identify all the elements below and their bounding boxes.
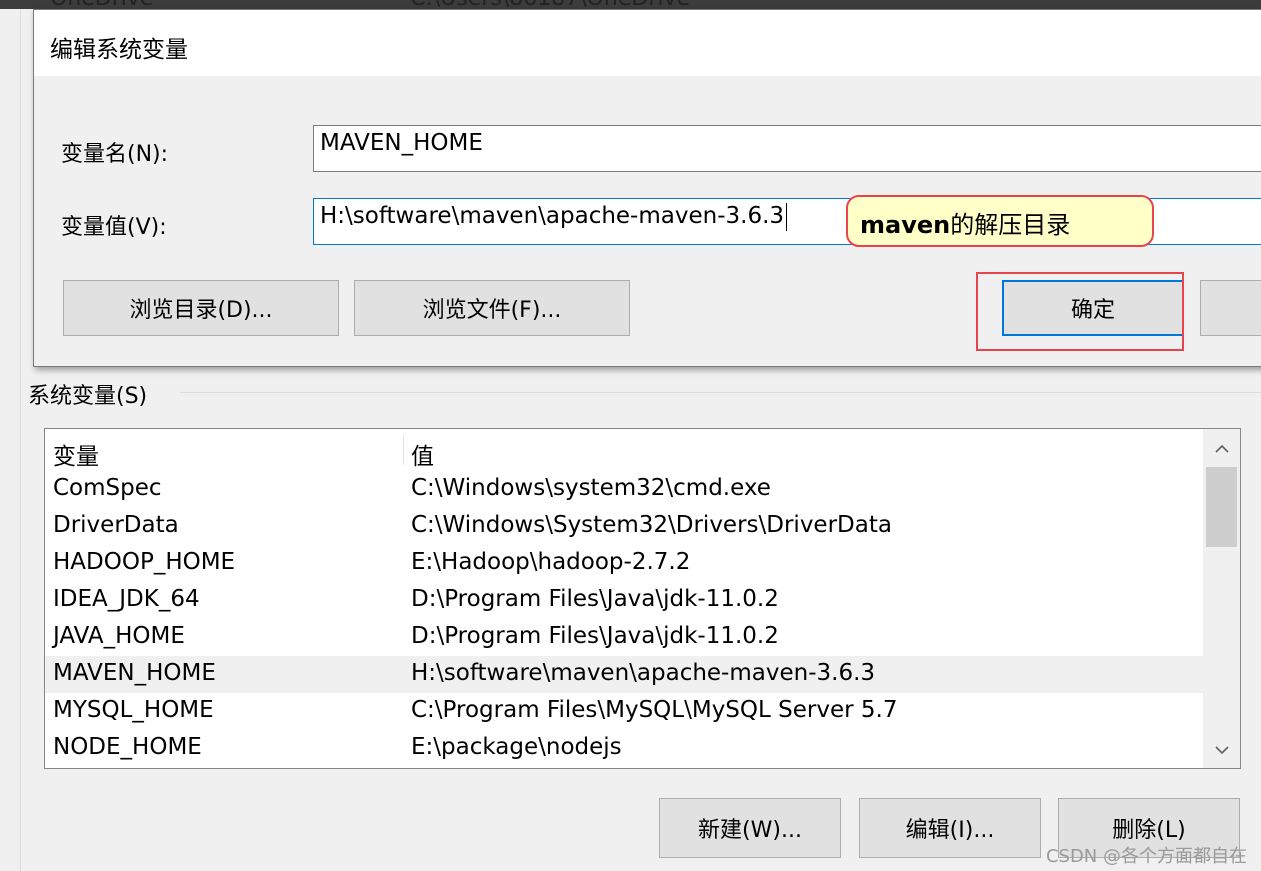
section-divider [180, 392, 1261, 393]
table-row[interactable]: NODE_HOME E:\package\nodejs [45, 730, 1203, 767]
table-row[interactable]: MYSQL_HOME C:\Program Files\MySQL\MySQL … [45, 693, 1203, 730]
row-variable-value: H:\software\maven\apache-maven-3.6.3 [411, 660, 876, 686]
table-row[interactable]: JAVA_HOME D:\Program Files\Java\jdk-11.0… [45, 619, 1203, 656]
list-scrollbar[interactable] [1203, 429, 1240, 768]
row-variable-value: D:\Program Files\Java\jdk-11.0.2 [411, 586, 779, 612]
list-header: 变量 值 [45, 433, 1203, 470]
ok-button-highlight [976, 272, 1184, 351]
row-variable-name: HADOOP_HOME [53, 549, 236, 575]
variable-value-text: H:\software\maven\apache-maven-3.6.3 [320, 203, 785, 229]
edit-variable-button[interactable]: 编辑(I)... [859, 798, 1041, 858]
row-variable-value: E:\Hadoop\hadoop-2.7.2 [411, 549, 691, 575]
row-variable-name: NODE_HOME [53, 734, 202, 760]
dialog-title: 编辑系统变量 [50, 37, 188, 63]
system-variables-title: 系统变量(S) [28, 384, 148, 409]
row-variable-value: E:\package\nodejs [411, 734, 622, 760]
row-variable-name: MAVEN_HOME [53, 660, 216, 686]
column-divider[interactable] [403, 435, 404, 465]
background-window [0, 9, 21, 871]
variable-name-text: MAVEN_HOME [320, 130, 483, 156]
chevron-up-icon[interactable] [1203, 435, 1240, 463]
row-variable-name: ComSpec [53, 475, 162, 501]
dialog-titlebar[interactable]: 编辑系统变量 [34, 10, 1261, 76]
system-variables-list[interactable]: 变量 值 ComSpec C:\Windows\system32\cmd.exe… [44, 428, 1241, 769]
variable-value-label: 变量值(V): [61, 215, 167, 240]
row-variable-name: MYSQL_HOME [53, 697, 214, 723]
row-variable-value: D:\Program Files\Java\jdk-11.0.2 [411, 623, 779, 649]
scrollbar-thumb[interactable] [1206, 467, 1237, 547]
row-variable-value: C:\Windows\system32\cmd.exe [411, 475, 771, 501]
row-variable-name: JAVA_HOME [53, 623, 185, 649]
column-header-variable[interactable]: 变量 [53, 437, 99, 471]
row-variable-value: C:\Program Files\MySQL\MySQL Server 5.7 [411, 697, 898, 723]
table-row-selected[interactable]: MAVEN_HOME H:\software\maven\apache-mave… [45, 656, 1203, 693]
table-row[interactable]: IDEA_JDK_64 D:\Program Files\Java\jdk-11… [45, 582, 1203, 619]
chevron-down-icon[interactable] [1203, 736, 1240, 764]
annotation-callout: maven的解压目录 [846, 195, 1154, 247]
browse-file-button[interactable]: 浏览文件(F)... [354, 280, 630, 336]
table-row[interactable]: HADOOP_HOME E:\Hadoop\hadoop-2.7.2 [45, 545, 1203, 582]
row-variable-name: IDEA_JDK_64 [53, 586, 200, 612]
text-caret [786, 203, 788, 231]
new-variable-button[interactable]: 新建(W)... [659, 798, 841, 858]
table-row[interactable]: ComSpec C:\Windows\system32\cmd.exe [45, 471, 1203, 508]
csdn-watermark: CSDN @各个方面都自在 [1045, 846, 1247, 867]
annotation-text: 的解压目录 [950, 211, 1071, 239]
annotation-bold-text: maven [860, 211, 951, 239]
column-header-value[interactable]: 值 [411, 437, 434, 471]
cancel-button[interactable] [1200, 280, 1261, 336]
row-variable-name: DriverData [53, 512, 179, 538]
row-variable-value: C:\Windows\System32\Drivers\DriverData [411, 512, 892, 538]
edit-variable-dialog: 编辑系统变量 变量名(N): MAVEN_HOME 变量值(V): H:\sof… [33, 9, 1261, 367]
variable-name-label: 变量名(N): [61, 142, 169, 167]
variable-name-input[interactable]: MAVEN_HOME [313, 125, 1261, 172]
table-row[interactable]: DriverData C:\Windows\System32\Drivers\D… [45, 508, 1203, 545]
browse-directory-button[interactable]: 浏览目录(D)... [63, 280, 339, 336]
